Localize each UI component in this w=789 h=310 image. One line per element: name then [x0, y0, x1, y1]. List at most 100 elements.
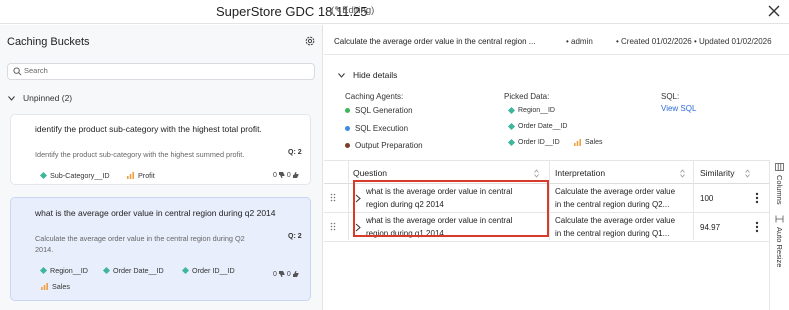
search-icon [13, 67, 22, 76]
tag-dimension: Order Date__ID [102, 266, 164, 275]
picked-item: Region__ID [507, 106, 555, 115]
resize-icon[interactable] [775, 215, 784, 223]
column-header-question[interactable]: Question [353, 168, 387, 178]
vote-controls[interactable]: 00 [273, 171, 300, 179]
cell-interpretation-cont: in the central region during Q2... [555, 200, 670, 209]
dimension-icon [39, 266, 48, 275]
agent-label: SQL Generation [355, 106, 413, 115]
card-description: Calculate the average order value in the… [35, 234, 245, 243]
cell-interpretation-cont: in the central region during Q1... [555, 229, 670, 238]
question-count: Q: 2 [288, 149, 302, 156]
drag-handle-icon[interactable] [330, 193, 336, 202]
cell-similarity: 94.97 [700, 223, 721, 232]
card-description-cont: 2014. [35, 245, 54, 254]
votes-down-count: 0 [286, 270, 291, 278]
editing-badge-label: (✎Editing) [331, 5, 375, 16]
picked-label: Region__ID [518, 107, 555, 114]
app-window: SuperStore GDC 18.11.25 (✎Editing) Cachi… [0, 0, 789, 310]
agent-item: Output Preparation [345, 141, 423, 150]
created-date: Created 01/02/2026 [621, 37, 692, 46]
detail-header: Calculate the average order value in the… [324, 25, 789, 55]
tag-dimension: Order ID__ID [181, 266, 235, 275]
updated-date: Updated 01/02/2026 [699, 37, 772, 46]
tag-dimension: Sub-Category__ID [39, 171, 110, 180]
tag-label: Order Date__ID [113, 266, 164, 275]
measure-icon [574, 139, 581, 146]
search-input[interactable]: Search [7, 63, 315, 80]
measure-icon [41, 283, 48, 290]
thumbs-up-icon[interactable] [292, 270, 300, 278]
dimension-icon [102, 266, 111, 275]
cell-interpretation: Calculate the average order value [555, 187, 676, 196]
detail-question: Calculate the average order value in the… [334, 37, 536, 46]
caching-agents-label: Caching Agents: [345, 92, 404, 101]
agent-item: SQL Execution [345, 124, 408, 133]
thumbs-down-icon[interactable] [278, 270, 286, 278]
hide-details-toggle[interactable]: Hide details [338, 70, 397, 80]
vote-controls[interactable]: 00 [273, 270, 300, 278]
close-icon[interactable] [766, 3, 782, 19]
card-description: Identify the product sub-category with t… [35, 150, 245, 159]
panel-title: Caching Buckets [7, 36, 90, 48]
detail-panel: Calculate the average order value in the… [324, 25, 789, 310]
sort-icon[interactable] [534, 169, 539, 178]
picked-label: Order Date__ID [518, 123, 568, 130]
author-name: admin [571, 37, 593, 46]
tag-label: Region__ID [50, 266, 88, 275]
agent-label: SQL Execution [355, 124, 409, 133]
status-dot [345, 126, 350, 131]
votes-up-count: 0 [273, 270, 277, 278]
picked-item: Sales [574, 139, 603, 146]
sort-icon[interactable] [745, 169, 750, 178]
columns-tab[interactable]: Columns [775, 175, 784, 205]
status-dot [345, 108, 350, 113]
agent-item: SQL Generation [345, 106, 413, 115]
tag-label: Profit [138, 171, 155, 180]
thumbs-down-icon[interactable] [278, 171, 286, 179]
sort-icon[interactable] [680, 169, 685, 178]
card-title: what is the average order value in centr… [35, 208, 276, 218]
sql-label: SQL: [661, 92, 680, 101]
detail-created: • Created 01/02/2026 [616, 37, 692, 46]
view-sql-link[interactable]: View SQL [661, 104, 696, 113]
gear-icon[interactable] [304, 35, 316, 47]
group-label: Unpinned (2) [23, 93, 73, 103]
drag-handle-icon[interactable] [330, 222, 336, 231]
card-title: identify the product sub-category with t… [35, 124, 262, 134]
votes-up-count: 0 [273, 171, 277, 179]
cell-interpretation: Calculate the average order value [555, 216, 676, 225]
tag-dimension: Region__ID [39, 266, 88, 275]
tag-label: Order ID__ID [192, 266, 235, 275]
cell-similarity: 100 [700, 194, 714, 203]
search-placeholder: Search [24, 66, 48, 75]
columns-icon[interactable] [775, 163, 784, 171]
detail-author: • admin [566, 37, 593, 46]
dimension-icon [507, 122, 516, 131]
votes-down-count: 0 [286, 171, 291, 179]
question-count: Q: 2 [288, 233, 302, 240]
auto-resize-tab[interactable]: Auto Resize [775, 227, 784, 267]
picked-label: Order ID__ID [518, 139, 560, 146]
picked-item: Order Date__ID [507, 122, 568, 131]
tag-label: Sales [52, 282, 70, 291]
column-header-interpretation[interactable]: Interpretation [555, 168, 605, 178]
thumbs-up-icon[interactable] [292, 171, 300, 179]
dimension-icon [507, 106, 516, 115]
hide-details-label: Hide details [353, 70, 398, 80]
column-header-similarity[interactable]: Similarity [700, 168, 734, 178]
caching-buckets-panel: Caching Buckets Search Unpinned (2) iden… [0, 25, 323, 310]
group-toggle[interactable]: Unpinned (2) [8, 93, 72, 103]
dimension-icon [39, 171, 48, 180]
more-options-icon[interactable] [755, 221, 759, 233]
chevron-down-icon [338, 72, 345, 78]
dimension-icon [181, 266, 190, 275]
picked-data-label: Picked Data: [504, 92, 550, 101]
measure-icon [127, 172, 134, 179]
bucket-card[interactable]: identify the product sub-category with t… [10, 114, 311, 185]
status-dot [345, 143, 350, 148]
highlight-box [353, 180, 549, 237]
bucket-card-selected[interactable]: what is the average order value in centr… [10, 197, 311, 301]
picked-item: Order ID__ID [507, 138, 560, 147]
agent-label: Output Preparation [355, 141, 423, 150]
more-options-icon[interactable] [755, 192, 759, 204]
